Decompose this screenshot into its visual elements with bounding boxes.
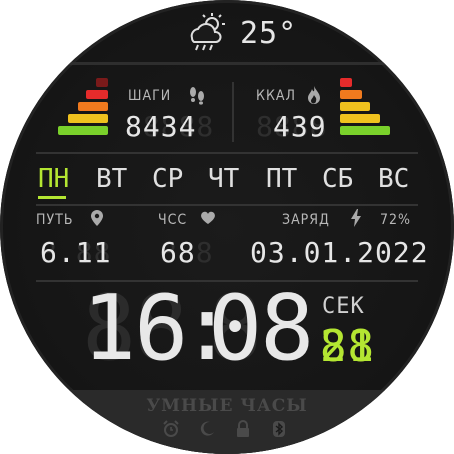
steps-bar-5 xyxy=(96,78,108,87)
steps-label: ШАГИ xyxy=(128,88,172,104)
moon-icon xyxy=(200,421,214,436)
flame-icon xyxy=(308,86,320,104)
bluetooth-icon xyxy=(273,421,285,437)
top-band xyxy=(40,62,414,65)
temperature: 25° xyxy=(240,16,298,51)
watch-face: 25° ШАГИ 88888 8434 ККАЛ 8888 439 ПН ВТ … xyxy=(0,0,454,454)
kcal-bar-1 xyxy=(340,126,390,135)
heart-label: ЧСС xyxy=(158,212,188,228)
steps-bar-2 xyxy=(68,114,108,123)
alarm-icon xyxy=(163,420,179,437)
day-thu: ЧТ xyxy=(208,164,240,194)
day-fri: ПТ xyxy=(266,164,298,194)
distance-label: ПУТЬ xyxy=(36,212,74,228)
steps-bar-4 xyxy=(86,90,108,99)
footsteps-icon xyxy=(190,87,204,105)
day-tue: ВТ xyxy=(96,164,128,194)
divider-2 xyxy=(36,204,418,206)
day-wed: СР xyxy=(152,164,184,194)
heart-value: 68 xyxy=(160,236,196,269)
day-mon: ПН xyxy=(38,164,70,194)
steps-value: 8434 xyxy=(125,110,197,143)
distance-value: 6.11 xyxy=(40,236,112,269)
day-sun: ВС xyxy=(378,164,410,194)
battery-label: ЗАРЯД xyxy=(282,212,330,228)
divider-1 xyxy=(36,152,418,154)
lock-icon xyxy=(237,420,249,437)
day-sat: СБ xyxy=(322,164,354,194)
lightning-icon xyxy=(351,209,361,227)
seconds-label: СЕК xyxy=(322,294,365,319)
battery-percent: 72% xyxy=(380,212,411,228)
hours: 16 xyxy=(82,276,188,381)
active-day-underline xyxy=(38,196,66,199)
steps-bar-1 xyxy=(58,126,108,135)
location-pin-icon xyxy=(91,210,103,226)
kcal-bar-2 xyxy=(340,114,380,123)
kcal-value: 439 xyxy=(273,110,327,143)
heart-icon xyxy=(201,211,215,224)
date-value: 03.01.2022 xyxy=(250,236,429,269)
minutes: 08 xyxy=(208,276,314,381)
kcal-label: ККАЛ xyxy=(256,88,296,104)
cloud-sun-rain-icon xyxy=(190,13,225,51)
kcal-bar-5 xyxy=(340,78,352,87)
brand-text: УМНЫЕ ЧАСЫ xyxy=(146,396,308,416)
seconds-value: 21 xyxy=(320,321,375,372)
kcal-bar-4 xyxy=(340,90,362,99)
top-divider xyxy=(232,82,234,142)
kcal-bar-3 xyxy=(340,102,370,111)
steps-bar-3 xyxy=(78,102,108,111)
